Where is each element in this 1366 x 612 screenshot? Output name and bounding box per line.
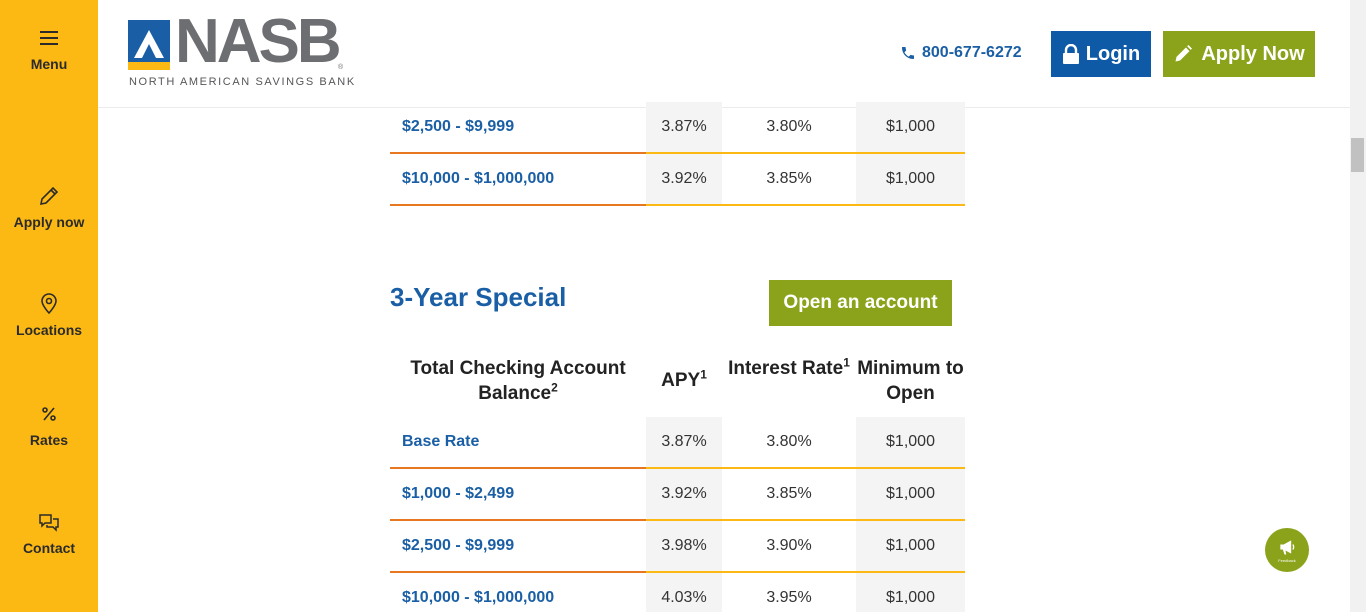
- balance-tier-link[interactable]: $10,000 - $1,000,000: [390, 573, 646, 612]
- logo-registered-mark: ®: [338, 64, 344, 71]
- minimum-to-open-cell: $1,000: [856, 102, 965, 154]
- apy-cell: 3.98%: [646, 521, 722, 573]
- nasb-logo[interactable]: NASB ® NORTH AMERICAN SAVINGS BANK: [128, 11, 354, 88]
- sidebar-item-label: Locations: [15, 322, 83, 338]
- login-label: Login: [1085, 42, 1141, 65]
- scrollbar-track[interactable]: [1350, 0, 1366, 612]
- sidebar-item-label: Menu: [30, 56, 68, 72]
- interest-rate-cell: 3.85%: [722, 469, 856, 521]
- phone-icon: [902, 47, 914, 59]
- balance-tier-link[interactable]: Base Rate: [390, 417, 646, 469]
- column-header-label: Minimum to Open: [857, 358, 964, 404]
- sidebar-item-rates[interactable]: Rates: [0, 402, 98, 448]
- table-row: $10,000 - $1,000,000 3.92% 3.85% $1,000: [390, 154, 965, 206]
- feedback-button[interactable]: Feedback: [1265, 528, 1309, 572]
- percent-icon: [42, 407, 56, 421]
- section-title: 3-Year Special: [390, 282, 567, 312]
- apy-cell: 3.87%: [646, 417, 722, 469]
- balance-tier-link[interactable]: $2,500 - $9,999: [390, 521, 646, 573]
- column-header-minimum: Minimum to Open: [856, 356, 965, 406]
- column-header-label: APY: [661, 370, 701, 391]
- sidebar-item-label: Rates: [29, 432, 69, 448]
- logo-mark-icon: [128, 20, 170, 70]
- logo-tagline: NORTH AMERICAN SAVINGS BANK: [129, 76, 356, 88]
- megaphone-icon: [1280, 540, 1295, 555]
- balance-tier-link[interactable]: $2,500 - $9,999: [390, 102, 646, 154]
- login-button[interactable]: Login: [1051, 31, 1151, 77]
- interest-rate-cell: 3.90%: [722, 521, 856, 573]
- table-row: $2,500 - $9,999 3.98% 3.90% $1,000: [390, 521, 965, 573]
- minimum-to-open-cell: $1,000: [856, 154, 965, 206]
- apy-cell: 3.87%: [646, 102, 722, 154]
- table-row: $10,000 - $1,000,000 4.03% 3.95% $1,000: [390, 573, 965, 612]
- table-row: $2,500 - $9,999 3.87% 3.80% $1,000: [390, 102, 965, 154]
- map-pin-icon: [41, 293, 57, 315]
- sidebar-item-locations[interactable]: Locations: [0, 292, 98, 338]
- interest-rate-cell: 3.80%: [722, 102, 856, 154]
- apy-cell: 3.92%: [646, 154, 722, 206]
- phone-link[interactable]: 800-677-6272: [900, 44, 1022, 62]
- sidebar-item-contact[interactable]: Contact: [0, 510, 98, 556]
- footnote-marker: 1: [700, 367, 707, 382]
- sidebar-item-apply-now[interactable]: Apply now: [0, 184, 98, 230]
- column-header-balance: Total Checking Account Balance2: [390, 356, 646, 406]
- sidebar-item-menu[interactable]: Menu: [0, 26, 98, 72]
- feedback-label: Feedback: [1278, 558, 1296, 563]
- site-header: NASB ® NORTH AMERICAN SAVINGS BANK 800-6…: [98, 0, 1350, 108]
- apy-cell: 4.03%: [646, 573, 722, 612]
- interest-rate-cell: 3.95%: [722, 573, 856, 612]
- sidebar-item-label: Apply now: [13, 214, 85, 230]
- footnote-marker: 1: [843, 355, 850, 370]
- chat-bubbles-icon: [39, 514, 59, 532]
- apply-now-button[interactable]: Apply Now: [1163, 31, 1315, 77]
- column-header-label: Interest Rate: [728, 358, 844, 379]
- hamburger-icon: [40, 31, 58, 45]
- phone-number: 800-677-6272: [922, 44, 1022, 61]
- pencil-icon: [1175, 45, 1193, 62]
- balance-tier-link[interactable]: $1,000 - $2,499: [390, 469, 646, 521]
- apply-now-label: Apply Now: [1201, 42, 1305, 65]
- logo-wordmark: NASB: [175, 7, 342, 76]
- open-account-button[interactable]: Open an account: [769, 280, 952, 326]
- interest-rate-cell: 3.85%: [722, 154, 856, 206]
- interest-rate-cell: 3.80%: [722, 417, 856, 469]
- lock-icon: [1062, 44, 1079, 64]
- footnote-marker: 2: [551, 380, 558, 395]
- sidebar-item-label: Contact: [22, 540, 76, 556]
- pencil-icon: [39, 186, 59, 206]
- apy-cell: 3.92%: [646, 469, 722, 521]
- balance-tier-link[interactable]: $10,000 - $1,000,000: [390, 154, 646, 206]
- sidebar: Menu Apply now Locations Rates Contact: [0, 0, 98, 612]
- minimum-to-open-cell: $1,000: [856, 417, 965, 469]
- column-header-label: Total Checking Account Balance: [410, 358, 626, 404]
- scrollbar-thumb[interactable]: [1351, 138, 1364, 172]
- minimum-to-open-cell: $1,000: [856, 521, 965, 573]
- table-row: Base Rate 3.87% 3.80% $1,000: [390, 417, 965, 469]
- column-header-interest-rate: Interest Rate1: [722, 356, 856, 381]
- minimum-to-open-cell: $1,000: [856, 573, 965, 612]
- column-header-apy: APY1: [646, 368, 722, 393]
- table-row: $1,000 - $2,499 3.92% 3.85% $1,000: [390, 469, 965, 521]
- minimum-to-open-cell: $1,000: [856, 469, 965, 521]
